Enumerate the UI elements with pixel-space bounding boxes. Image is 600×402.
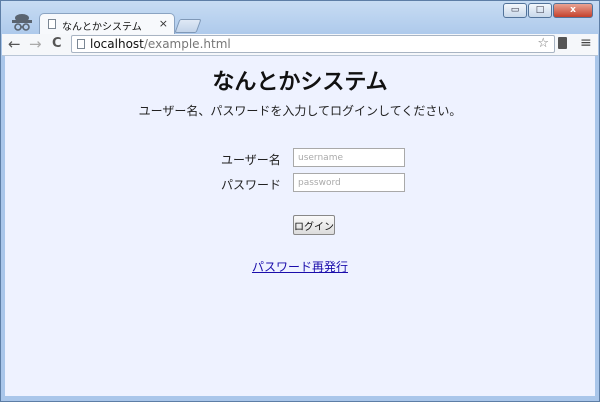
password-label: パスワード [221,178,282,192]
url-host: localhost [90,37,144,51]
window-controls: ▭ □ x [503,3,593,18]
restore-button[interactable]: □ [528,3,552,18]
username-label: ユーザー名 [221,153,281,167]
page-icon [48,19,56,29]
close-button[interactable]: x [553,3,593,18]
tab-close-icon[interactable]: × [159,17,168,30]
incognito-icon [9,11,35,33]
bookmark-star-icon[interactable]: ☆ [537,36,549,51]
reload-icon[interactable]: C [52,35,62,53]
address-bar[interactable]: localhost/example.html ☆ [71,35,555,53]
url-text: localhost/example.html [90,37,231,51]
browser-tab[interactable]: なんとかシステム × [39,13,175,35]
tab-title: なんとかシステム [62,22,142,33]
browser-window: なんとかシステム × ▭ □ x ← → C localhost/example… [0,0,600,402]
new-tab-button[interactable] [174,19,202,33]
page-content: なんとかシステム ユーザー名、パスワードを入力してログインしてください。 ユーザ… [5,56,595,396]
password-input[interactable] [293,173,405,192]
page-title: なんとかシステム [212,70,388,95]
browser-toolbar: ← → C localhost/example.html ☆ ≡ [2,34,598,56]
extension-icon[interactable] [558,37,567,49]
forward-arrow-icon[interactable]: → [29,35,42,53]
back-arrow-icon[interactable]: ← [8,35,21,53]
login-button[interactable]: ログイン [293,215,335,235]
minimize-button[interactable]: ▭ [503,3,527,18]
login-instruction: ユーザー名、パスワードを入力してログインしてください。 [138,104,462,118]
password-reissue-link[interactable]: パスワード再発行 [5,258,595,275]
page-icon [77,39,85,49]
url-path: /example.html [143,37,231,51]
menu-icon[interactable]: ≡ [580,35,592,51]
username-input[interactable] [293,148,405,167]
